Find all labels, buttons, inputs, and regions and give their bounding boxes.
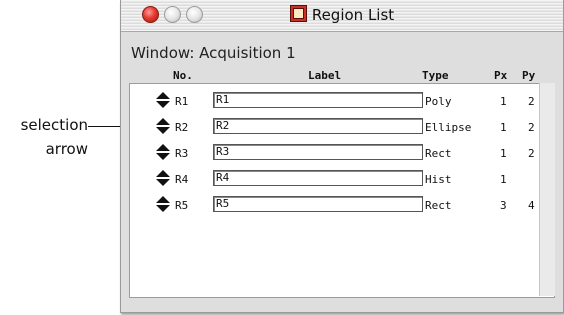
region-label-field[interactable]: R4 — [213, 170, 423, 186]
region-list: R1 R1 Poly 1 2 R2 R2 Ellipse 1 2 R3 R3 R… — [129, 83, 555, 298]
header-no: No. — [173, 69, 193, 82]
callout-line2: arrow — [45, 140, 88, 158]
table-row: R3 R3 Rect 1 2 — [130, 142, 554, 164]
selection-arrow-icon[interactable] — [156, 196, 170, 214]
region-type: Rect — [425, 199, 452, 212]
window-title-wrap: Region List — [121, 4, 563, 26]
region-number: R1 — [175, 95, 189, 108]
table-row: R2 R2 Ellipse 1 2 — [130, 116, 554, 138]
title-bar[interactable]: Region List — [121, 0, 563, 32]
region-px: 1 — [500, 95, 507, 108]
region-number: R3 — [175, 147, 189, 160]
region-px: 3 — [500, 199, 507, 212]
region-py: 2 — [528, 121, 535, 134]
region-label-field[interactable]: R1 — [213, 92, 423, 108]
callout-text: selection arrow — [0, 113, 88, 161]
table-row: R5 R5 Rect 3 4 — [130, 194, 554, 216]
header-px: Px — [494, 69, 508, 82]
region-type: Ellipse — [425, 121, 472, 134]
column-headers: No. Label Type Px Py — [121, 69, 563, 83]
region-list-window: Region List Window: Acquisition 1 No. La… — [120, 0, 564, 313]
region-list-app-icon — [289, 5, 307, 22]
selection-arrow-icon[interactable] — [156, 92, 170, 110]
window-title: Region List — [311, 6, 395, 24]
vertical-scrollbar[interactable] — [539, 83, 555, 296]
window-name-label: Window: Acquisition 1 — [131, 44, 296, 62]
selection-arrow-icon[interactable] — [156, 118, 170, 136]
table-row: R1 R1 Poly 1 2 — [130, 90, 554, 112]
selection-arrow-icon[interactable] — [156, 170, 170, 188]
region-number: R2 — [175, 121, 189, 134]
callout-line1: selection — [20, 116, 88, 134]
selection-arrow-icon[interactable] — [156, 144, 170, 162]
region-py: 2 — [528, 147, 535, 160]
region-number: R4 — [175, 173, 189, 186]
region-px: 1 — [500, 173, 507, 186]
region-py: 4 — [528, 199, 535, 212]
region-py: 2 — [528, 95, 535, 108]
header-py: Py — [522, 69, 536, 82]
region-label-field[interactable]: R5 — [213, 196, 423, 212]
region-type: Hist — [425, 173, 452, 186]
region-type: Poly — [425, 95, 452, 108]
table-row: R4 R4 Hist 1 — [130, 168, 554, 190]
region-number: R5 — [175, 199, 189, 212]
region-label-field[interactable]: R3 — [213, 144, 423, 160]
header-type: Type — [422, 69, 449, 82]
region-px: 1 — [500, 147, 507, 160]
region-px: 1 — [500, 121, 507, 134]
region-type: Rect — [425, 147, 452, 160]
header-label: Label — [308, 69, 342, 82]
region-label-field[interactable]: R2 — [213, 118, 423, 134]
